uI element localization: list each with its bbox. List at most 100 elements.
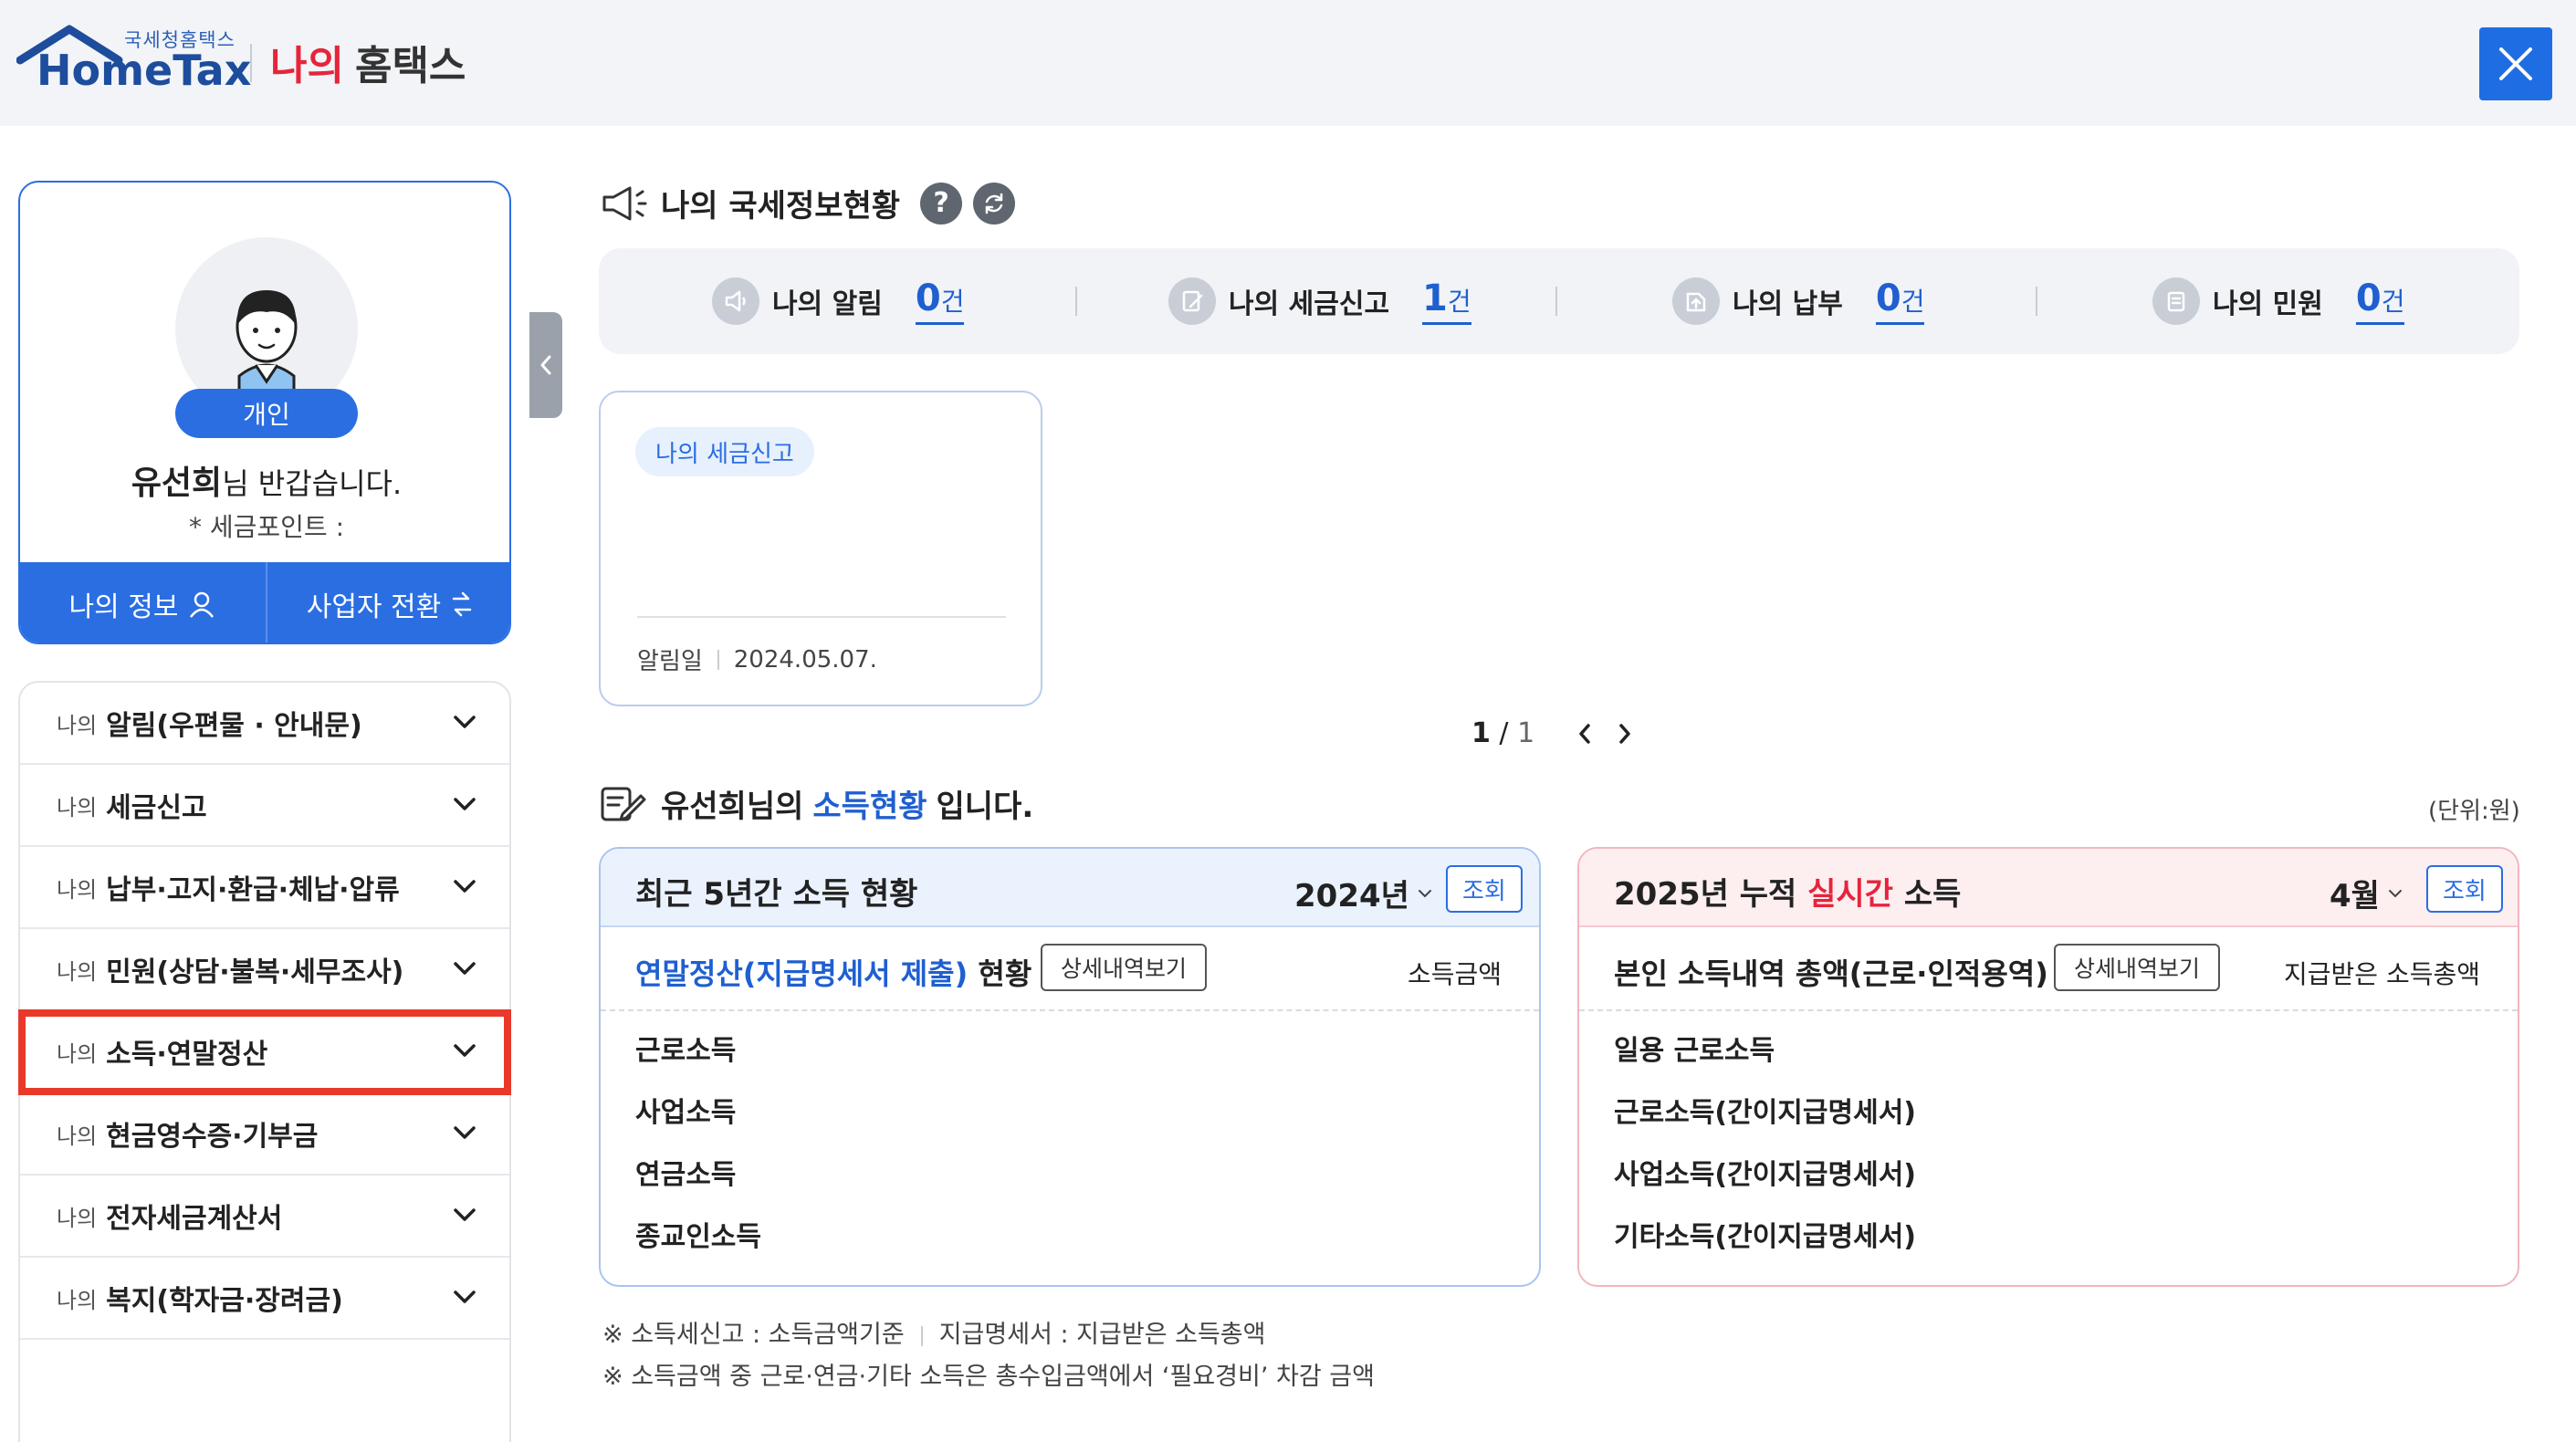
status-count-unit: 건: [1447, 286, 1471, 317]
status-label: 나의 알림: [772, 288, 883, 320]
menu-label: 전자세금계산서: [106, 1203, 283, 1235]
status-count-unit: 건: [1901, 286, 1925, 317]
switch-business-button[interactable]: 사업자 전환: [266, 562, 509, 643]
status-count-value: 1: [1422, 277, 1448, 319]
menu-item-e-tax-invoice[interactable]: 나의 전자세금계산서: [20, 1176, 509, 1258]
panel-subtitle-highlight: 연말정산(지급명세서 제출): [635, 956, 969, 991]
income-title-highlight: 소득현황: [812, 789, 927, 825]
status-count-unit: 건: [940, 286, 965, 317]
panel-subheader: 본인 소득내역 총액(근로·인적용역) 상세내역보기 지급받은 소득총액: [1579, 927, 2518, 1011]
page-total: 1: [1517, 717, 1535, 749]
status-item-tax-filing[interactable]: 나의 세금신고 1건: [1168, 276, 1471, 327]
chevron-down-icon: [454, 1044, 476, 1057]
switch-arrows-icon: [453, 591, 472, 617]
status-count[interactable]: 0건: [1875, 278, 1925, 325]
list-item: 근로소득(간이지급명세서): [1614, 1097, 1917, 1129]
column-header: 지급받은 소득총액: [2284, 959, 2480, 989]
menu-label: 세금신고: [106, 792, 207, 824]
status-count-value: 0: [2355, 277, 2382, 319]
query-button[interactable]: 조회: [2426, 865, 2503, 913]
close-icon: [2499, 47, 2532, 80]
panel-header: 최근 5년간 소득 현황 2024년 조회: [601, 849, 1539, 927]
user-type-badge: 개인: [175, 389, 358, 438]
income-title-name: 유선희님의: [661, 789, 804, 825]
page-title: 나의 홈택스: [270, 33, 466, 91]
realtime-income-panel: 2025년 누적 실시간 소득 4월 조회 본인 소득내역 총액(근로·인적용역…: [1577, 847, 2519, 1287]
menu-label: 소득·연말정산: [106, 1039, 268, 1071]
my-info-button[interactable]: 나의 정보: [20, 562, 266, 643]
menu-label: 현금영수증·기부금: [106, 1121, 319, 1153]
status-summary-bar: 나의 알림 0건 나의 세금신고 1건 나의 납부 0건 나의 민원 0건: [599, 248, 2519, 354]
sidebar-collapse-button[interactable]: [529, 312, 562, 418]
notice-card[interactable]: 나의 세금신고 알림일 2024.05.07.: [599, 391, 1042, 706]
menu-label: 복지(학자금·장려금): [106, 1285, 343, 1317]
status-label: 나의 민원: [2213, 288, 2323, 320]
menu-prefix: 나의: [57, 794, 98, 820]
menu-label: 납부·고지·환급·체납·압류: [106, 874, 400, 906]
menu-item-welfare[interactable]: 나의 복지(학자금·장려금): [20, 1258, 509, 1340]
list-item: 사업소득(간이지급명세서): [1614, 1159, 1917, 1191]
chevron-down-icon: [454, 1208, 476, 1221]
chevron-down-icon: [1418, 889, 1431, 897]
status-item-notifications[interactable]: 나의 알림 0건: [712, 276, 965, 327]
month-select-value: 4월: [2330, 878, 2380, 914]
panel-subtitle-suffix: 현황: [978, 956, 1032, 991]
menu-prefix: 나의: [57, 1205, 98, 1231]
chevron-down-icon: [454, 798, 476, 810]
menu-item-income-year-end[interactable]: 나의 소득·연말정산: [18, 1009, 511, 1095]
footnote-1: ※ 소득세신고 : 소득금액기준 지급명세서 : 지급받은 소득총액: [602, 1314, 1265, 1350]
menu-prefix: 나의: [57, 958, 98, 985]
menu-item-payment[interactable]: 나의 납부·고지·환급·체납·압류: [20, 847, 509, 929]
panel-subtitle: 연말정산(지급명세서 제출) 현황: [635, 951, 1031, 993]
speaker-icon: [712, 277, 759, 325]
greeting: 유선희님 반갑습니다.: [20, 456, 509, 504]
chevron-left-icon: [540, 355, 551, 375]
chevron-left-icon[interactable]: [1576, 721, 1593, 747]
detail-view-button[interactable]: 상세내역보기: [2054, 944, 2221, 991]
document-edit-icon: [601, 787, 646, 820]
profile-actions: 나의 정보 사업자 전환: [20, 562, 509, 643]
close-button[interactable]: [2479, 27, 2552, 100]
menu-item-tax-filing[interactable]: 나의 세금신고: [20, 765, 509, 847]
help-icon[interactable]: ?: [920, 182, 963, 225]
hometax-logo[interactable]: 국세청홈택스 HomeTax: [16, 24, 251, 97]
menu-prefix: 나의: [57, 1040, 98, 1067]
status-divider: [2036, 287, 2037, 316]
profile-card: 개인 유선희님 반갑습니다. * 세금포인트 : 나의 정보 사업자 전환: [18, 181, 511, 644]
page-title-rest: 홈택스: [354, 43, 466, 89]
page-title-highlight: 나의: [270, 43, 344, 89]
notice-date-divider: [717, 649, 719, 670]
menu-item-notifications[interactable]: 나의 알림(우편물 · 안내문): [20, 683, 509, 765]
income-rows: 근로소득 사업소득 연금소득 종교인소득: [635, 1028, 761, 1276]
refresh-icon[interactable]: [973, 182, 1016, 225]
menu-item-civil-complaints[interactable]: 나의 민원(상담·불복·세무조사): [20, 929, 509, 1011]
menu-label: 민원(상담·불복·세무조사): [106, 956, 404, 988]
status-item-payment[interactable]: 나의 납부 0건: [1672, 276, 1925, 327]
menu-prefix: 나의: [57, 1287, 98, 1313]
panel-header: 2025년 누적 실시간 소득 4월 조회: [1579, 849, 2518, 927]
notice-date-row: 알림일 2024.05.07.: [637, 643, 877, 676]
year-select[interactable]: 2024년: [1294, 871, 1433, 915]
status-count[interactable]: 0건: [2355, 277, 2405, 325]
list-item: 종교인소득: [635, 1221, 761, 1253]
user-name: 유선희: [131, 465, 223, 502]
chevron-down-icon: [454, 716, 476, 728]
notice-tag: 나의 세금신고: [635, 427, 814, 476]
panel-title-highlight: 실시간: [1807, 876, 1893, 913]
detail-view-button[interactable]: 상세내역보기: [1041, 944, 1208, 991]
notice-date-value: 2024.05.07.: [733, 645, 877, 674]
month-select[interactable]: 4월: [2330, 871, 2403, 915]
panel-title: 2025년 누적 실시간 소득: [1614, 869, 1961, 914]
menu-label: 알림(우편물 · 안내문): [106, 710, 362, 742]
panel-title: 최근 5년간 소득 현황: [635, 876, 918, 913]
status-label: 나의 세금신고: [1229, 288, 1390, 320]
clipboard-icon: [2152, 277, 2200, 325]
chevron-right-icon[interactable]: [1617, 721, 1633, 747]
status-count[interactable]: 0건: [915, 278, 965, 325]
panel-title-prefix: 2025년 누적: [1614, 876, 1797, 913]
refresh-arrows-icon: [985, 193, 1003, 214]
status-item-civil[interactable]: 나의 민원 0건: [2152, 276, 2405, 327]
menu-item-cash-receipts[interactable]: 나의 현금영수증·기부금: [20, 1093, 509, 1176]
status-count[interactable]: 1건: [1422, 278, 1471, 325]
query-button[interactable]: 조회: [1446, 865, 1523, 913]
